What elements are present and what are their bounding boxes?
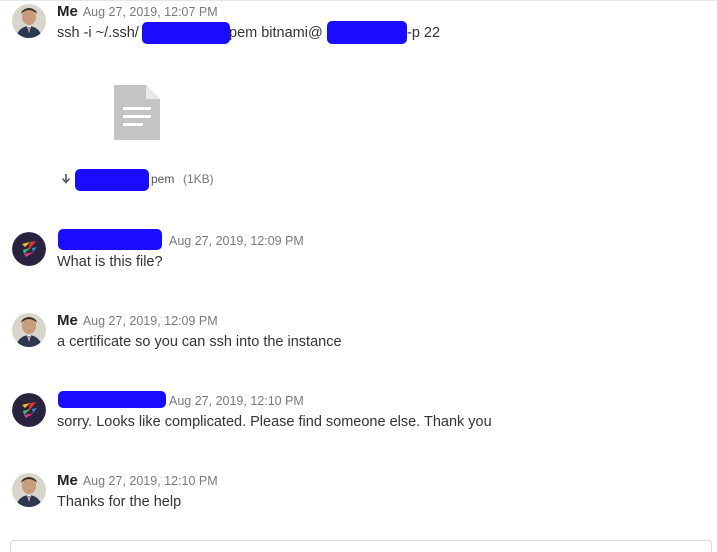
document-icon[interactable]: [114, 85, 160, 140]
redaction: [142, 22, 230, 44]
avatar[interactable]: [12, 4, 46, 38]
message-text: ssh -i ~/.ssh/: [57, 24, 139, 42]
divider: [0, 0, 717, 1]
timestamp: Aug 27, 2019, 12:09 PM: [169, 234, 304, 248]
user-avatar-photo: [12, 313, 46, 347]
message-text-part: -p 22: [407, 25, 441, 41]
sender-name: Me: [57, 472, 78, 489]
attachment-name[interactable]: pem: [151, 172, 174, 186]
redaction: [58, 391, 166, 408]
message-header: Me Aug 27, 2019, 12:07 PM: [57, 3, 218, 21]
message-header: Me Aug 27, 2019, 12:10 PM: [57, 472, 218, 490]
avatar[interactable]: [12, 473, 46, 507]
message-header: Aug 27, 2019, 12:09 PM: [164, 232, 304, 250]
message-composer[interactable]: [10, 540, 712, 552]
chat-thread: Me Aug 27, 2019, 12:07 PM ssh -i ~/.ssh/ …: [0, 0, 717, 552]
redaction: [327, 21, 407, 44]
timestamp: Aug 27, 2019, 12:10 PM: [169, 394, 304, 408]
message-text: -p 22: [407, 24, 440, 42]
timestamp: Aug 27, 2019, 12:10 PM: [82, 474, 218, 488]
timestamp: Aug 27, 2019, 12:09 PM: [82, 314, 218, 328]
message-text: pem bitnami@: [229, 24, 323, 42]
avatar[interactable]: [12, 313, 46, 347]
timestamp: Aug 27, 2019, 12:07 PM: [82, 5, 218, 19]
message-text-part: pem bitnami@: [229, 25, 323, 41]
redaction: [58, 229, 162, 250]
avatar[interactable]: [12, 232, 46, 266]
client-avatar-logo: [12, 232, 46, 266]
sender-name: Me: [57, 312, 78, 329]
message-text: sorry. Looks like complicated. Please fi…: [57, 414, 492, 430]
download-arrow-icon[interactable]: [61, 174, 71, 184]
sender-name: Me: [57, 3, 78, 20]
message-text: What is this file?: [57, 254, 163, 270]
user-avatar-photo: [12, 4, 46, 38]
avatar[interactable]: [12, 393, 46, 427]
attachment-size: (1KB): [183, 172, 214, 186]
redaction: [75, 169, 149, 191]
message-header: Aug 27, 2019, 12:10 PM: [164, 392, 304, 410]
message-header: Me Aug 27, 2019, 12:09 PM: [57, 312, 218, 330]
message-text: a certificate so you can ssh into the in…: [57, 334, 342, 350]
message-text-part: ssh -i ~/.ssh/: [57, 25, 139, 41]
client-avatar-logo: [12, 393, 46, 427]
message-text: Thanks for the help: [57, 494, 182, 510]
user-avatar-photo: [12, 473, 46, 507]
